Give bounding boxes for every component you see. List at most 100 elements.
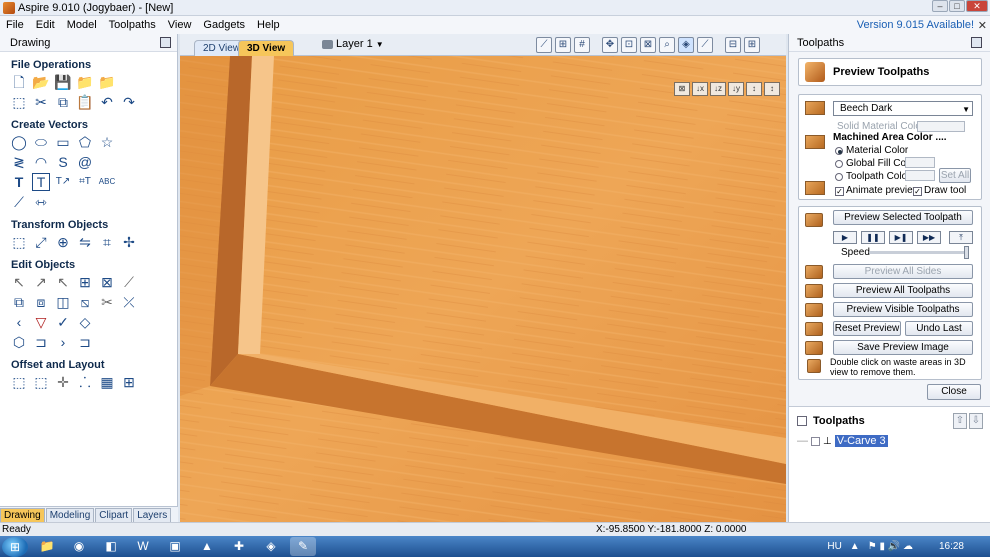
weld-icon[interactable]: ⧉ [10, 293, 28, 311]
undo-last-button[interactable]: Undo Last [905, 321, 973, 336]
move-icon[interactable]: ⬚ [10, 233, 28, 251]
minimize-button[interactable]: – [932, 0, 948, 12]
set-all-button[interactable]: Set All [939, 168, 971, 183]
aspire-taskbar-icon[interactable]: ✎ [290, 537, 316, 556]
draw-arc-icon[interactable]: ◠ [32, 153, 50, 171]
panel-dock-icon[interactable] [971, 37, 982, 48]
tray-arrow-icon[interactable]: ▲ [850, 541, 860, 552]
move-up-icon[interactable]: ⇧ [953, 413, 967, 429]
draw-rectangle-icon[interactable]: ▭ [54, 133, 72, 151]
calc-icon[interactable]: ◈ [258, 537, 284, 556]
tab-modeling[interactable]: Modeling [45, 508, 95, 522]
select-icon[interactable]: ↖ [10, 273, 28, 291]
scale-icon[interactable]: ⤢ [32, 233, 50, 251]
radio-toolpath-color[interactable] [835, 173, 843, 181]
chamfer-icon[interactable]: › [54, 333, 72, 351]
ungroup-icon[interactable]: ⊠ [98, 273, 116, 291]
menu-view[interactable]: View [162, 19, 198, 31]
offset-icon[interactable]: ⬚ [10, 373, 28, 391]
preview-selected-button[interactable]: Preview Selected Toolpath [833, 210, 973, 225]
explorer-icon[interactable]: 📁 [34, 537, 60, 556]
draw-tool-checkbox[interactable]: ✓ [913, 187, 922, 196]
render-mode-icon[interactable]: ◈ [678, 37, 694, 53]
draw-tool-icon[interactable]: ⟋ [697, 37, 713, 53]
copy-along-vector-icon[interactable]: ⸫ [76, 373, 94, 391]
text-abc-icon[interactable]: ABC [98, 173, 116, 191]
node-edit-icon[interactable]: ↗ [32, 273, 50, 291]
nesting-icon[interactable]: ▦ [98, 373, 116, 391]
draw-polyline-icon[interactable]: ≷ [10, 153, 28, 171]
menu-gadgets[interactable]: Gadgets [197, 19, 251, 31]
skip-end-icon[interactable]: ▶▶ [917, 231, 941, 244]
text-box-icon[interactable]: T [32, 173, 50, 191]
fillet-offset-icon[interactable]: ⬚ [32, 373, 50, 391]
view-bottom-icon[interactable]: ↕ [764, 82, 780, 96]
job-setup-icon[interactable]: ⬚ [10, 93, 28, 111]
preview-all-sides-button[interactable]: Preview All Sides [833, 264, 973, 279]
draw-text-icon[interactable]: T [10, 173, 28, 191]
tray-icons[interactable]: ⚑ ▮ 🔊 ☁ [868, 541, 913, 552]
ruler-icon[interactable]: ⊞ [555, 37, 571, 53]
dogbone-icon[interactable]: ⊐ [76, 333, 94, 351]
toolpath-name[interactable]: V-Carve 3 [834, 435, 888, 447]
save-app-icon[interactable]: ▣ [162, 537, 188, 556]
save-file-icon[interactable]: 💾 [54, 73, 72, 91]
text-on-curve-icon[interactable]: T↗ [54, 173, 72, 191]
rotate-icon[interactable]: ⊕ [54, 233, 72, 251]
solid-color-picker[interactable] [917, 121, 965, 132]
menu-model[interactable]: Model [61, 19, 103, 31]
zoom-icon[interactable]: ⌕ [659, 37, 675, 53]
grid-icon[interactable]: # [574, 37, 590, 53]
measure-icon[interactable]: ⟋ [120, 273, 138, 291]
preview-all-button[interactable]: Preview All Toolpaths [833, 283, 973, 298]
view-top-icon[interactable]: ↕ [746, 82, 762, 96]
vlc-icon[interactable]: ▲ [194, 537, 220, 556]
undo-icon[interactable]: ↶ [98, 93, 116, 111]
toolpaths-all-checkbox[interactable] [797, 416, 807, 426]
close-document-icon[interactable]: ✕ [978, 19, 987, 32]
tab-icon[interactable]: ⊐ [32, 333, 50, 351]
tab-clipart[interactable]: Clipart [95, 508, 133, 522]
scissors-icon[interactable]: ✂ [98, 293, 116, 311]
version-notice[interactable]: Version 9.015 Available! [857, 19, 974, 31]
draw-circle-icon[interactable]: ◯ [10, 133, 28, 151]
draw-curve-icon[interactable]: S [54, 153, 72, 171]
toolpath-item[interactable]: — ⊥ V-Carve 3 [797, 435, 888, 447]
smooth-icon[interactable]: ⬡ [10, 333, 28, 351]
paste-icon[interactable]: 📋 [76, 93, 94, 111]
intersect-icon[interactable]: ◫ [54, 293, 72, 311]
new-file-icon[interactable]: 🗋 [10, 73, 28, 91]
copy-icon[interactable]: ⧉ [54, 93, 72, 111]
curve-fit-icon[interactable]: ‹ [10, 313, 28, 331]
layer-selector[interactable]: Layer 1 ▼ [322, 38, 384, 50]
save-preview-image-button[interactable]: Save Preview Image [833, 340, 973, 355]
toolpath-color-picker[interactable] [905, 170, 935, 181]
step-icon[interactable]: ▶❚ [889, 231, 913, 244]
open-file-icon[interactable]: 📂 [32, 73, 50, 91]
extend-icon[interactable]: ✓ [54, 313, 72, 331]
group-icon[interactable]: ⊞ [76, 273, 94, 291]
split-vertical-icon[interactable]: ⊞ [744, 37, 760, 53]
redo-icon[interactable]: ↷ [120, 93, 138, 111]
start-button[interactable]: ⊞ [2, 536, 28, 557]
split-horizontal-icon[interactable]: ⊟ [725, 37, 741, 53]
top-icon[interactable]: ⤒ [949, 231, 973, 244]
draw-star-icon[interactable]: ☆ [98, 133, 116, 151]
game-icon[interactable]: ✚ [226, 537, 252, 556]
distort-icon[interactable]: ⌗ [98, 233, 116, 251]
menu-edit[interactable]: Edit [30, 19, 61, 31]
tab-drawing[interactable]: Drawing [0, 508, 45, 522]
reset-preview-button[interactable]: Reset Preview [833, 321, 901, 336]
close-preview-button[interactable]: Close [927, 384, 981, 400]
tab-layers[interactable]: Layers [133, 508, 172, 522]
close-window-button[interactable]: ✕ [966, 0, 988, 12]
speed-slider[interactable] [869, 246, 969, 259]
3d-viewport[interactable]: ⊠ ↓x ↓z ↓y ↕ ↕ [180, 56, 786, 522]
import-vectors-icon[interactable]: 📁 [76, 73, 94, 91]
material-dropdown[interactable]: Beech Dark ▼ [833, 101, 973, 116]
view-x-icon[interactable]: ↓x [692, 82, 708, 96]
clock[interactable]: 16:28 [939, 541, 964, 552]
align-icon[interactable]: ✢ [120, 233, 138, 251]
tab-3d-view[interactable]: 3D View [238, 40, 295, 56]
array-copy-icon[interactable]: ✛ [54, 373, 72, 391]
